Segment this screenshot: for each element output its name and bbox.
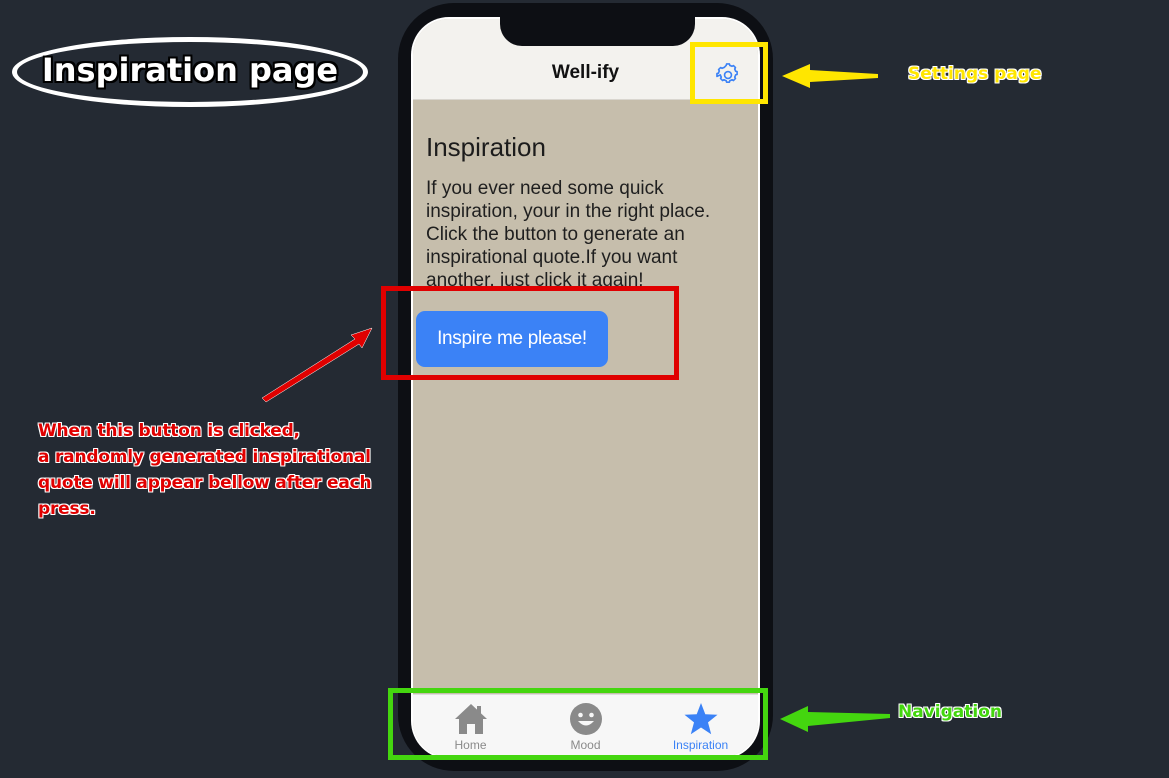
settings-arrow [782,64,878,88]
button-annotation-line-1: When this button is clicked, [38,421,300,441]
button-arrow [261,327,373,403]
settings-annotation: Settings page [908,64,1042,84]
button-annotation: When this button is clicked, a randomly … [38,418,393,522]
annotated-canvas: Inspiration page Well-ify Inspiration If… [0,0,1169,778]
navigation-annotation: Navigation [898,702,1002,722]
button-annotation-line-3: quote will appear bellow after each [38,473,372,493]
button-annotation-line-4: press. [38,499,96,519]
phone-notch [500,17,695,46]
annotation-arrows [261,64,890,732]
button-annotation-line-2: a randomly generated inspirational [38,447,371,467]
navigation-arrow [780,706,890,732]
